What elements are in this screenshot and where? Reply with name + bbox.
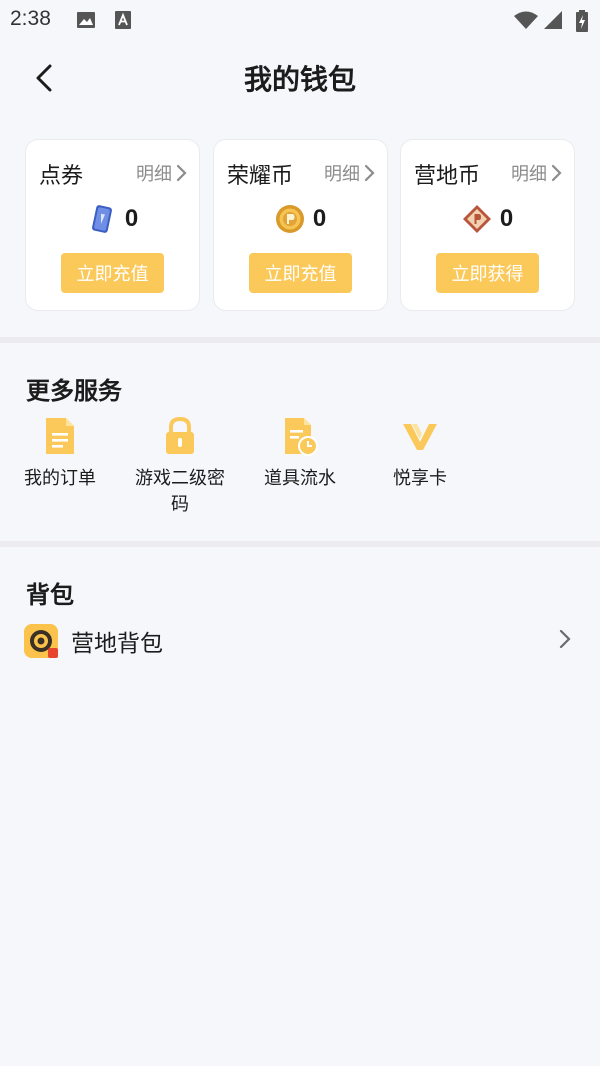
chevron-right-icon [551,164,562,182]
wallet-card-honor-coin: 荣耀币 明细 0 立即充值 [213,139,388,311]
service-item-records[interactable]: 道具流水 [245,416,355,492]
balance-row: 0 [214,204,387,234]
services-title: 更多服务 [26,377,122,405]
detail-label: 明细 [136,164,172,185]
camp-backpack-row[interactable]: 营地背包 [0,614,600,666]
wallet-card-camp-coin: 营地币 明细 0 立即获得 [400,139,575,311]
service-joy-card[interactable]: 悦享卡 [365,416,475,492]
signal-icon [543,10,563,34]
backpack-item-label: 营地背包 [71,631,163,657]
battery-icon [575,10,589,36]
detail-link[interactable]: 明细 [324,160,375,186]
service-label: 我的订单 [24,468,96,489]
service-label: 悦享卡 [393,468,447,489]
balance-amount: 0 [124,205,139,232]
chevron-right-icon [176,164,187,182]
section-divider [0,337,600,343]
detail-link[interactable]: 明细 [136,160,187,186]
balance-amount: 0 [499,205,514,232]
recharge-button[interactable]: 立即充值 [61,253,164,293]
balance-row: 0 [401,204,574,234]
camp-backpack-app-icon [24,624,58,658]
detail-label: 明细 [324,164,360,185]
wifi-icon [513,10,539,34]
detail-label: 明细 [511,164,547,185]
document-icon [46,418,74,454]
service-my-orders[interactable]: 我的订单 [5,416,115,492]
service-label: 道具流水 [264,468,336,489]
service-label: 游戏二级密码 [135,468,225,515]
camp-coin-icon [462,205,491,233]
text-notification-icon [113,10,133,34]
card-title: 点券 [39,164,84,189]
coupon-card-icon [91,205,112,233]
chevron-right-icon [364,164,375,182]
balance-amount: 0 [312,205,327,232]
page-title: 我的钱包 [243,63,356,96]
status-time: 2:38 [10,7,51,30]
honor-coin-icon [275,205,304,233]
balance-row: 0 [26,204,199,234]
v-logo-icon [403,424,437,450]
card-title: 荣耀币 [227,164,294,189]
obtain-button[interactable]: 立即获得 [436,253,539,293]
backpack-title: 背包 [26,581,74,609]
service-game-password[interactable]: 游戏二级密码 [125,416,235,518]
image-notification-icon [76,10,96,34]
detail-link[interactable]: 明细 [511,160,562,186]
recharge-button[interactable]: 立即充值 [249,253,352,293]
chevron-right-icon [558,628,572,654]
wallet-card-coupon: 点券 明细 0 立即充值 [25,139,200,311]
status-bar: 2:38 [0,0,600,40]
section-divider [0,541,600,547]
document-clock-icon [285,418,318,456]
card-title: 营地币 [414,164,481,189]
lock-icon [166,416,194,454]
nav-bar: 我的钱包 [0,40,600,116]
wallet-cards: 点券 明细 0 立即充值 荣耀币 明细 0 立即充值 营地币 明细 0 立即获得 [25,139,575,311]
